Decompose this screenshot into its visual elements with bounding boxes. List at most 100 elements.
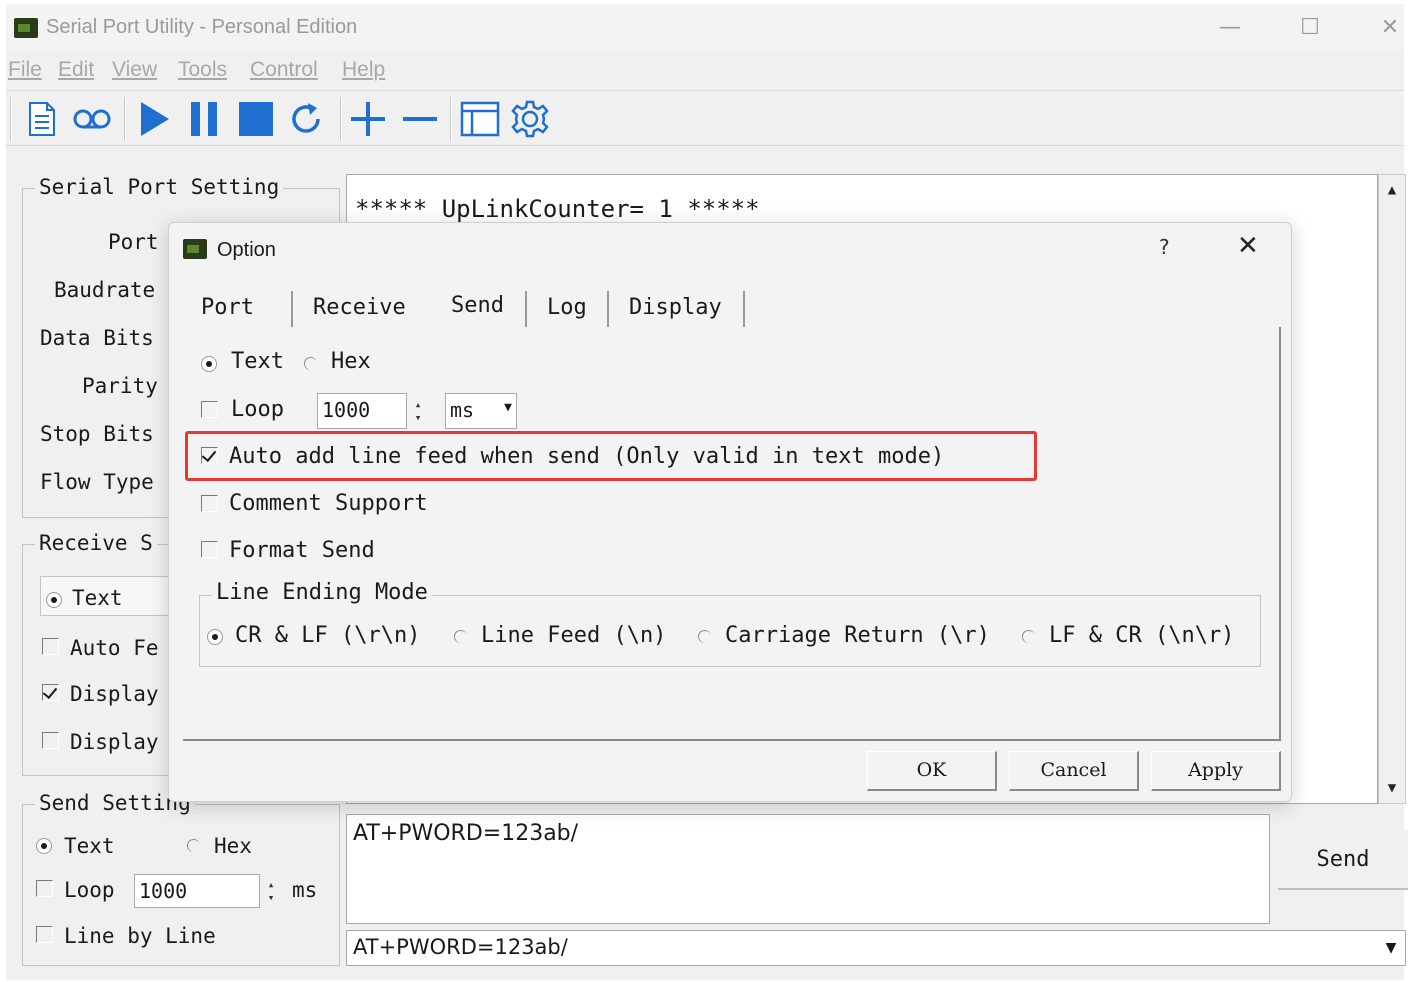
- window-icon[interactable]: [458, 97, 502, 141]
- option-text-label: Text: [231, 349, 284, 374]
- apply-button[interactable]: Apply: [1151, 751, 1281, 791]
- toolbar-separator: [10, 97, 12, 141]
- window-title: Serial Port Utility - Personal Edition: [46, 16, 358, 38]
- send-loop-interval-input[interactable]: 1000: [134, 874, 260, 908]
- option-loop-spinner[interactable]: ▴ ▾: [407, 393, 429, 429]
- dialog-app-icon: [183, 239, 207, 259]
- option-loop-interval-input[interactable]: 1000: [317, 393, 407, 429]
- option-loop-unit-value: ms: [450, 398, 475, 422]
- maximize-button[interactable]: ☐: [1290, 12, 1330, 44]
- menu-edit[interactable]: Edit: [58, 58, 94, 82]
- display-checkbox-2[interactable]: [42, 732, 59, 749]
- pause-icon[interactable]: [182, 97, 226, 141]
- chevron-down-icon[interactable]: ▼: [1377, 931, 1405, 965]
- option-loop-checkbox[interactable]: [201, 401, 218, 418]
- line-by-line-checkbox[interactable]: [36, 926, 53, 943]
- ok-button[interactable]: OK: [867, 751, 997, 791]
- auto-feed-checkbox[interactable]: [42, 638, 59, 655]
- send-hex-radio[interactable]: [186, 838, 202, 854]
- option-hex-label: Hex: [331, 349, 371, 374]
- send-history-combobox[interactable]: AT+PWORD=123ab/ ▼: [346, 930, 1406, 966]
- main-window: Serial Port Utility - Personal Edition —…: [6, 4, 1408, 980]
- chevron-down-icon: ▼: [504, 400, 512, 415]
- dialog-close-icon[interactable]: ✕: [1237, 231, 1259, 261]
- loop-icon[interactable]: [70, 97, 114, 141]
- receive-text-label: Text: [72, 586, 123, 610]
- tab-port[interactable]: Port: [201, 295, 254, 320]
- cancel-button[interactable]: Cancel: [1009, 751, 1139, 791]
- document-icon[interactable]: [20, 97, 64, 141]
- help-icon[interactable]: ?: [1159, 235, 1170, 259]
- tab-separator: [525, 291, 527, 327]
- tab-send[interactable]: Send: [451, 293, 504, 318]
- title-bar: Serial Port Utility - Personal Edition —…: [6, 4, 1404, 50]
- line-ending-crlf-radio[interactable]: [207, 629, 223, 645]
- option-hex-radio[interactable]: [303, 356, 319, 372]
- line-ending-lfcr-label: LF & CR (\n\r): [1049, 623, 1235, 648]
- baudrate-label: Baudrate: [54, 278, 156, 302]
- option-dialog: Option ? ✕ Port Receive Send Log Display…: [168, 222, 1292, 802]
- toolbar-separator: [340, 97, 342, 141]
- send-text-radio[interactable]: [36, 838, 52, 854]
- menu-tools[interactable]: Tools: [178, 58, 227, 82]
- send-text-area[interactable]: AT+PWORD=123ab/: [346, 814, 1270, 924]
- send-tab-panel: [183, 327, 1281, 741]
- comment-support-checkbox[interactable]: [201, 495, 218, 512]
- format-send-label: Format Send: [229, 538, 375, 563]
- tab-display[interactable]: Display: [629, 295, 722, 320]
- refresh-icon[interactable]: [284, 97, 328, 141]
- scroll-up-icon[interactable]: ▲: [1379, 177, 1405, 203]
- close-button[interactable]: ✕: [1370, 12, 1409, 44]
- tab-separator: [291, 291, 293, 327]
- receive-line: ***** UpLinkCounter= 1 *****: [355, 195, 760, 223]
- receive-setting-title: Receive S: [35, 531, 157, 555]
- auto-feed-label: Auto Fe: [70, 636, 159, 660]
- send-hex-label: Hex: [214, 834, 252, 858]
- parity-label: Parity: [82, 374, 158, 398]
- toolbar: [6, 90, 1404, 146]
- dialog-title: Option: [217, 239, 276, 261]
- line-ending-title: Line Ending Mode: [212, 580, 432, 605]
- toolbar-separator: [124, 97, 126, 141]
- tab-log[interactable]: Log: [547, 295, 587, 320]
- tab-receive[interactable]: Receive: [313, 295, 406, 320]
- send-loop-unit: ms: [292, 878, 318, 902]
- stop-icon[interactable]: [234, 97, 278, 141]
- port-label: Port: [108, 230, 159, 254]
- send-loop-label: Loop: [64, 878, 115, 902]
- add-icon[interactable]: [346, 97, 390, 141]
- menu-file[interactable]: File: [8, 58, 42, 82]
- stop-bits-label: Stop Bits: [40, 422, 154, 446]
- line-ending-cr-label: Carriage Return (\r): [725, 623, 990, 648]
- receive-scrollbar[interactable]: ▲ ▼: [1378, 174, 1406, 804]
- minimize-button[interactable]: —: [1210, 12, 1250, 44]
- app-icon: [14, 18, 38, 38]
- display-checkbox-1[interactable]: [42, 684, 59, 701]
- tab-separator: [607, 291, 609, 327]
- format-send-checkbox[interactable]: [201, 541, 218, 558]
- remove-icon[interactable]: [398, 97, 442, 141]
- line-ending-cr-radio[interactable]: [697, 629, 713, 645]
- line-ending-crlf-label: CR & LF (\r\n): [235, 623, 421, 648]
- display-label-1: Display: [70, 682, 159, 706]
- menu-view[interactable]: View: [112, 58, 157, 82]
- menu-help[interactable]: Help: [342, 58, 385, 82]
- line-ending-lf-label: Line Feed (\n): [481, 623, 667, 648]
- serial-port-setting-title: Serial Port Setting: [35, 175, 284, 199]
- gear-icon[interactable]: [508, 97, 552, 141]
- line-ending-lfcr-radio[interactable]: [1021, 629, 1037, 645]
- scroll-down-icon[interactable]: ▼: [1379, 775, 1405, 801]
- receive-text-radio[interactable]: [46, 592, 62, 608]
- line-ending-lf-radio[interactable]: [453, 629, 469, 645]
- toolbar-separator: [450, 97, 452, 141]
- option-loop-label: Loop: [231, 397, 284, 422]
- send-loop-checkbox[interactable]: [36, 880, 53, 897]
- line-by-line-label: Line by Line: [64, 924, 216, 948]
- send-loop-spinner[interactable]: ▴ ▾: [260, 874, 282, 908]
- display-label-2: Display: [70, 730, 159, 754]
- menu-control[interactable]: Control: [250, 58, 318, 82]
- option-text-radio[interactable]: [201, 356, 217, 372]
- option-loop-unit-select[interactable]: ms ▼: [445, 393, 517, 429]
- send-button[interactable]: Send: [1278, 830, 1408, 890]
- play-icon[interactable]: [132, 97, 176, 141]
